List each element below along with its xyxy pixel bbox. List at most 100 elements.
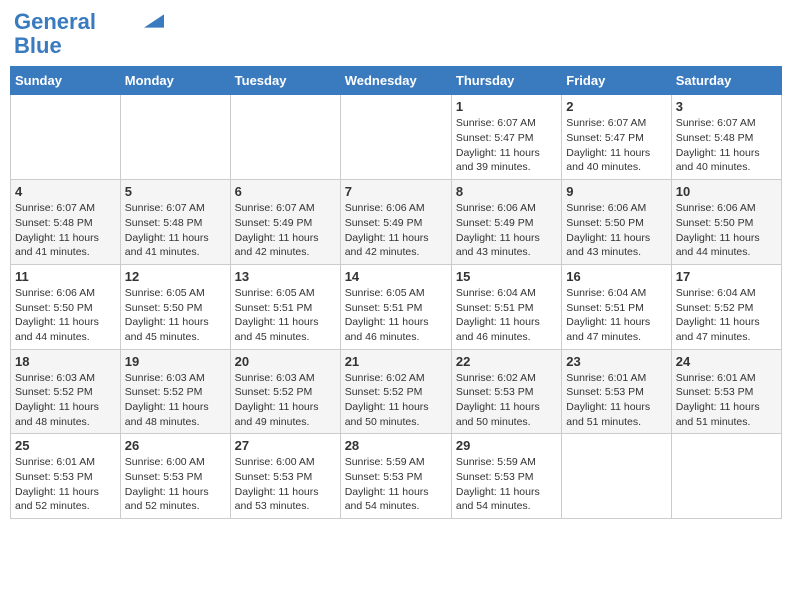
calendar-header-row: SundayMondayTuesdayWednesdayThursdayFrid… — [11, 67, 782, 95]
calendar-cell: 12 Sunrise: 6:05 AM Sunset: 5:50 PM Dayli… — [120, 264, 230, 349]
logo-blue-text: Blue — [14, 34, 62, 58]
day-info: Sunrise: 6:07 AM Sunset: 5:48 PM Dayligh… — [676, 116, 777, 175]
day-number: 27 — [235, 438, 336, 453]
page-header: General Blue — [10, 10, 782, 58]
calendar-cell: 23 Sunrise: 6:01 AM Sunset: 5:53 PM Dayli… — [562, 349, 671, 434]
calendar-day-header: Sunday — [11, 67, 121, 95]
day-number: 23 — [566, 354, 666, 369]
day-info: Sunrise: 6:07 AM Sunset: 5:49 PM Dayligh… — [235, 201, 336, 260]
day-info: Sunrise: 6:05 AM Sunset: 5:51 PM Dayligh… — [235, 286, 336, 345]
day-info: Sunrise: 5:59 AM Sunset: 5:53 PM Dayligh… — [456, 455, 557, 514]
day-info: Sunrise: 6:07 AM Sunset: 5:48 PM Dayligh… — [125, 201, 226, 260]
day-number: 10 — [676, 184, 777, 199]
calendar-day-header: Monday — [120, 67, 230, 95]
day-number: 18 — [15, 354, 116, 369]
day-number: 9 — [566, 184, 666, 199]
calendar-cell: 25 Sunrise: 6:01 AM Sunset: 5:53 PM Dayli… — [11, 434, 121, 519]
calendar-cell: 15Sunrise: 6:04 AM Sunset: 5:51 PM Dayli… — [451, 264, 561, 349]
day-info: Sunrise: 6:03 AM Sunset: 5:52 PM Dayligh… — [15, 371, 116, 430]
calendar-cell: 24 Sunrise: 6:01 AM Sunset: 5:53 PM Dayli… — [671, 349, 781, 434]
day-info: Sunrise: 6:01 AM Sunset: 5:53 PM Dayligh… — [566, 371, 666, 430]
calendar-cell: 7 Sunrise: 6:06 AM Sunset: 5:49 PM Daylig… — [340, 180, 451, 265]
calendar-cell: 10Sunrise: 6:06 AM Sunset: 5:50 PM Dayli… — [671, 180, 781, 265]
day-number: 11 — [15, 269, 116, 284]
calendar-day-header: Thursday — [451, 67, 561, 95]
day-number: 4 — [15, 184, 116, 199]
calendar-cell — [120, 95, 230, 180]
calendar-cell: 8Sunrise: 6:06 AM Sunset: 5:49 PM Daylig… — [451, 180, 561, 265]
day-info: Sunrise: 6:01 AM Sunset: 5:53 PM Dayligh… — [676, 371, 777, 430]
day-info: Sunrise: 6:02 AM Sunset: 5:52 PM Dayligh… — [345, 371, 447, 430]
calendar-cell: 21 Sunrise: 6:02 AM Sunset: 5:52 PM Dayli… — [340, 349, 451, 434]
day-number: 3 — [676, 99, 777, 114]
day-number: 2 — [566, 99, 666, 114]
day-number: 21 — [345, 354, 447, 369]
day-number: 26 — [125, 438, 226, 453]
day-number: 13 — [235, 269, 336, 284]
calendar-cell: 11Sunrise: 6:06 AM Sunset: 5:50 PM Dayli… — [11, 264, 121, 349]
calendar-cell: 22 Sunrise: 6:02 AM Sunset: 5:53 PM Dayli… — [451, 349, 561, 434]
day-number: 17 — [676, 269, 777, 284]
day-info: Sunrise: 6:06 AM Sunset: 5:49 PM Dayligh… — [345, 201, 447, 260]
day-info: Sunrise: 6:04 AM Sunset: 5:51 PM Dayligh… — [566, 286, 666, 345]
day-number: 12 — [125, 269, 226, 284]
calendar-cell: 20 Sunrise: 6:03 AM Sunset: 5:52 PM Dayli… — [230, 349, 340, 434]
calendar-day-header: Tuesday — [230, 67, 340, 95]
day-number: 29 — [456, 438, 557, 453]
day-number: 1 — [456, 99, 557, 114]
day-number: 19 — [125, 354, 226, 369]
calendar-cell: 2Sunrise: 6:07 AM Sunset: 5:47 PM Daylig… — [562, 95, 671, 180]
calendar-table: SundayMondayTuesdayWednesdayThursdayFrid… — [10, 66, 782, 519]
day-info: Sunrise: 6:00 AM Sunset: 5:53 PM Dayligh… — [235, 455, 336, 514]
calendar-week-row: 1 Sunrise: 6:07 AM Sunset: 5:47 PM Daylig… — [11, 95, 782, 180]
calendar-cell: 16 Sunrise: 6:04 AM Sunset: 5:51 PM Dayli… — [562, 264, 671, 349]
day-info: Sunrise: 5:59 AM Sunset: 5:53 PM Dayligh… — [345, 455, 447, 514]
day-number: 25 — [15, 438, 116, 453]
day-info: Sunrise: 6:06 AM Sunset: 5:49 PM Dayligh… — [456, 201, 557, 260]
calendar-day-header: Wednesday — [340, 67, 451, 95]
calendar-cell: 29 Sunrise: 5:59 AM Sunset: 5:53 PM Dayli… — [451, 434, 561, 519]
day-number: 24 — [676, 354, 777, 369]
day-info: Sunrise: 6:04 AM Sunset: 5:52 PM Dayligh… — [676, 286, 777, 345]
calendar-cell — [562, 434, 671, 519]
day-number: 6 — [235, 184, 336, 199]
day-info: Sunrise: 6:00 AM Sunset: 5:53 PM Dayligh… — [125, 455, 226, 514]
day-info: Sunrise: 6:01 AM Sunset: 5:53 PM Dayligh… — [15, 455, 116, 514]
day-info: Sunrise: 6:04 AM Sunset: 5:51 PM Dayligh… — [456, 286, 557, 345]
day-number: 14 — [345, 269, 447, 284]
day-info: Sunrise: 6:07 AM Sunset: 5:48 PM Dayligh… — [15, 201, 116, 260]
calendar-cell — [340, 95, 451, 180]
calendar-cell: 5 Sunrise: 6:07 AM Sunset: 5:48 PM Daylig… — [120, 180, 230, 265]
calendar-body: 1 Sunrise: 6:07 AM Sunset: 5:47 PM Daylig… — [11, 95, 782, 519]
logo-text: General — [14, 10, 96, 34]
calendar-day-header: Saturday — [671, 67, 781, 95]
calendar-week-row: 4 Sunrise: 6:07 AM Sunset: 5:48 PM Daylig… — [11, 180, 782, 265]
day-info: Sunrise: 6:05 AM Sunset: 5:50 PM Dayligh… — [125, 286, 226, 345]
calendar-cell: 4 Sunrise: 6:07 AM Sunset: 5:48 PM Daylig… — [11, 180, 121, 265]
logo-icon — [144, 14, 164, 28]
calendar-day-header: Friday — [562, 67, 671, 95]
day-number: 5 — [125, 184, 226, 199]
day-number: 16 — [566, 269, 666, 284]
calendar-cell — [11, 95, 121, 180]
calendar-cell: 9 Sunrise: 6:06 AM Sunset: 5:50 PM Daylig… — [562, 180, 671, 265]
calendar-cell: 13 Sunrise: 6:05 AM Sunset: 5:51 PM Dayli… — [230, 264, 340, 349]
calendar-week-row: 18 Sunrise: 6:03 AM Sunset: 5:52 PM Dayli… — [11, 349, 782, 434]
calendar-cell: 19Sunrise: 6:03 AM Sunset: 5:52 PM Dayli… — [120, 349, 230, 434]
calendar-week-row: 25 Sunrise: 6:01 AM Sunset: 5:53 PM Dayli… — [11, 434, 782, 519]
day-number: 22 — [456, 354, 557, 369]
day-info: Sunrise: 6:05 AM Sunset: 5:51 PM Dayligh… — [345, 286, 447, 345]
day-info: Sunrise: 6:07 AM Sunset: 5:47 PM Dayligh… — [456, 116, 557, 175]
calendar-cell: 26 Sunrise: 6:00 AM Sunset: 5:53 PM Dayli… — [120, 434, 230, 519]
day-info: Sunrise: 6:03 AM Sunset: 5:52 PM Dayligh… — [235, 371, 336, 430]
calendar-cell: 14 Sunrise: 6:05 AM Sunset: 5:51 PM Dayli… — [340, 264, 451, 349]
day-number: 7 — [345, 184, 447, 199]
day-number: 28 — [345, 438, 447, 453]
calendar-cell — [671, 434, 781, 519]
calendar-week-row: 11Sunrise: 6:06 AM Sunset: 5:50 PM Dayli… — [11, 264, 782, 349]
calendar-cell: 18 Sunrise: 6:03 AM Sunset: 5:52 PM Dayli… — [11, 349, 121, 434]
day-info: Sunrise: 6:06 AM Sunset: 5:50 PM Dayligh… — [566, 201, 666, 260]
calendar-cell — [230, 95, 340, 180]
day-info: Sunrise: 6:02 AM Sunset: 5:53 PM Dayligh… — [456, 371, 557, 430]
day-number: 20 — [235, 354, 336, 369]
